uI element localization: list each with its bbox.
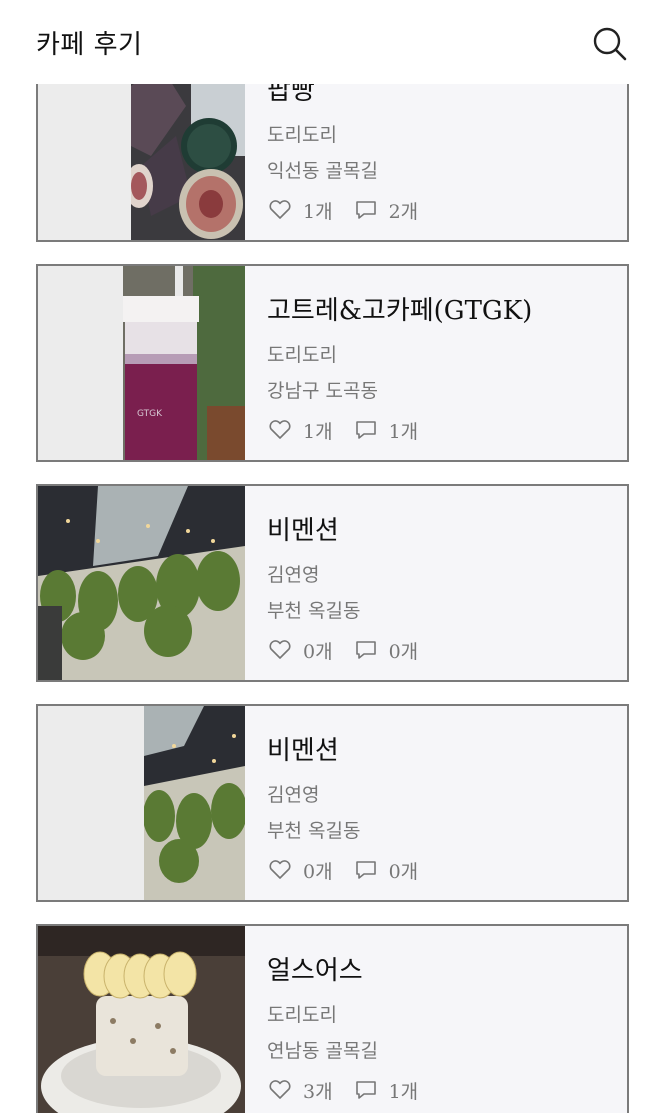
review-title: 비멘션 xyxy=(267,736,339,766)
review-stats: 0개 0개 xyxy=(267,857,418,883)
review-author: 도리도리 xyxy=(267,124,337,146)
review-card[interactable]: 비멘션 김연영 부천 옥길동 0개 0개 xyxy=(36,704,629,902)
heart-outline-icon[interactable] xyxy=(267,417,293,443)
review-thumbnail xyxy=(38,706,245,900)
review-author: 도리도리 xyxy=(267,1004,337,1026)
review-title: 고트레&고카페(GTGK) xyxy=(267,296,533,326)
review-thumbnail xyxy=(38,926,245,1113)
comment-count: 0개 xyxy=(388,640,419,663)
review-location: 강남구 도곡동 xyxy=(267,380,378,402)
review-thumbnail: GTGK xyxy=(38,266,245,460)
speech-bubble-icon[interactable] xyxy=(353,417,379,443)
review-location: 부천 옥길동 xyxy=(267,820,361,842)
heart-outline-icon[interactable] xyxy=(267,637,293,663)
cafe-interior-image xyxy=(38,486,245,680)
speech-bubble-icon[interactable] xyxy=(353,857,379,883)
speech-bubble-icon[interactable] xyxy=(353,637,379,663)
review-stats: 0개 0개 xyxy=(267,637,418,663)
speech-bubble-icon[interactable] xyxy=(353,1077,379,1103)
review-stats: 3개 1개 xyxy=(267,1077,418,1103)
review-info: 비멘션 김연영 부천 옥길동 0개 0개 xyxy=(267,706,617,900)
app-header: 카페 후기 xyxy=(0,0,665,84)
search-button[interactable] xyxy=(590,24,630,64)
review-thumbnail xyxy=(38,486,245,680)
comment-count: 2개 xyxy=(388,200,419,223)
review-card[interactable]: 비멘션 김연영 부천 옥길동 0개 0개 xyxy=(36,484,629,682)
like-count: 0개 xyxy=(303,640,333,663)
review-title: 비멘션 xyxy=(267,516,339,546)
review-title: 얼스어스 xyxy=(267,956,363,986)
berry-drink-image: GTGK xyxy=(123,266,245,460)
comment-count: 0개 xyxy=(388,860,419,883)
review-info: 고트레&고카페(GTGK) 도리도리 강남구 도곡동 1개 1개 xyxy=(267,266,617,460)
review-card[interactable]: GTGK 고트레&고카페(GTGK) 도리도리 강남구 도곡동 1개 1개 xyxy=(36,264,629,462)
review-stats: 1개 2개 xyxy=(267,197,418,223)
comment-count: 1개 xyxy=(388,420,419,443)
comment-count: 1개 xyxy=(388,1080,419,1103)
speech-bubble-icon[interactable] xyxy=(353,197,379,223)
review-info: 비멘션 김연영 부천 옥길동 0개 0개 xyxy=(267,486,617,680)
heart-outline-icon[interactable] xyxy=(267,857,293,883)
review-author: 김연영 xyxy=(267,784,320,806)
banana-cake-image xyxy=(38,926,245,1113)
like-count: 1개 xyxy=(303,420,333,443)
cafe-interior-image xyxy=(144,706,245,900)
review-author: 김연영 xyxy=(267,564,320,586)
review-location: 부천 옥길동 xyxy=(267,600,361,622)
review-author: 도리도리 xyxy=(267,344,337,366)
review-feed: 팝빵 도리도리 익선동 골목길 1개 2개 GTGK 고트레&고카페(GTGK)… xyxy=(0,0,665,1113)
heart-outline-icon[interactable] xyxy=(267,197,293,223)
svg-text:GTGK: GTGK xyxy=(137,409,163,419)
review-card[interactable]: 얼스어스 도리도리 연남동 골목길 3개 1개 xyxy=(36,924,629,1113)
search-icon[interactable] xyxy=(590,24,630,64)
review-info: 얼스어스 도리도리 연남동 골목길 3개 1개 xyxy=(267,926,617,1113)
review-location: 연남동 골목길 xyxy=(267,1040,378,1062)
like-count: 0개 xyxy=(303,860,333,883)
review-stats: 1개 1개 xyxy=(267,417,418,443)
heart-outline-icon[interactable] xyxy=(267,1077,293,1103)
like-count: 3개 xyxy=(303,1080,333,1103)
review-location: 익선동 골목길 xyxy=(267,160,378,182)
page-title: 카페 후기 xyxy=(36,30,143,60)
like-count: 1개 xyxy=(303,200,333,223)
